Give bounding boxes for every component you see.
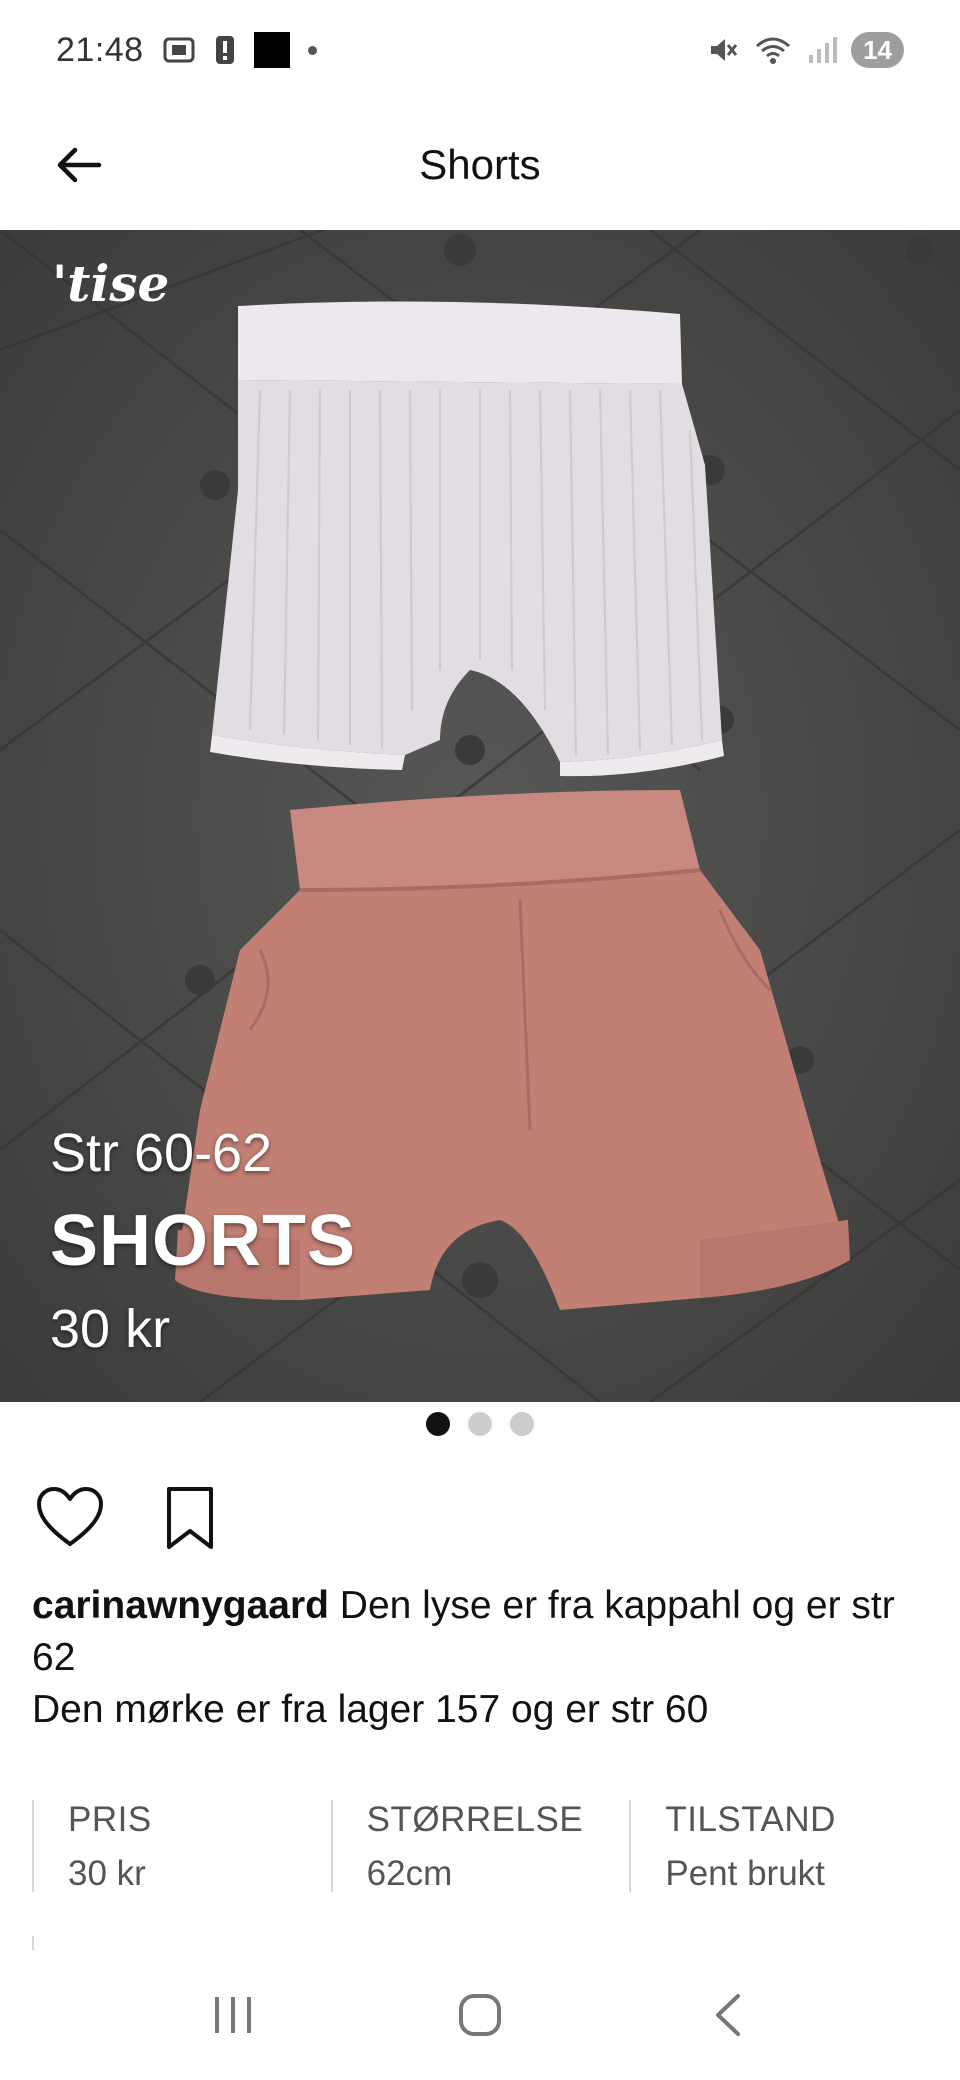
detail-label: STØRRELSE — [366, 1800, 584, 1839]
detail-label: PRIS — [68, 1800, 152, 1839]
detail-value: 30 kr — [68, 1854, 146, 1893]
app-header: Shorts — [0, 100, 960, 230]
status-bar: 21:48 14 — [0, 0, 960, 100]
overlay-size: Str 60-62 — [50, 1123, 273, 1183]
recent-apps-button[interactable] — [188, 1970, 278, 2060]
system-nav-bar — [0, 1950, 960, 2080]
home-icon — [458, 1994, 501, 2036]
seller-username[interactable]: carinawnygaard — [32, 1584, 329, 1627]
detail-label: TILSTAND — [665, 1800, 836, 1839]
back-nav-button[interactable] — [682, 1970, 772, 2060]
like-button[interactable] — [32, 1480, 108, 1556]
battery-indicator: 14 — [851, 32, 904, 68]
recent-apps-icon — [215, 1997, 252, 2033]
carousel-dots — [0, 1412, 960, 1442]
wifi-icon — [753, 34, 793, 66]
detail-size: STØRRELSE 62cm — [330, 1800, 630, 1893]
save-button[interactable] — [152, 1480, 228, 1556]
bookmark-icon — [167, 1487, 213, 1549]
home-button[interactable] — [435, 1970, 525, 2060]
app-notification-icon — [253, 32, 290, 68]
screenshot-icon — [162, 35, 196, 65]
detail-brand-label: MERKE — [32, 1936, 332, 1950]
description-line-2: Den mørke er fra lager 157 og er str 60 — [32, 1688, 709, 1731]
alert-icon — [214, 34, 236, 66]
back-chevron-icon — [715, 1994, 740, 2036]
status-left: 21:48 — [56, 31, 317, 70]
status-time: 21:48 — [56, 30, 144, 69]
description: carinawnygaard Den lyse er fra kappahl o… — [32, 1580, 932, 1736]
status-right: 14 — [707, 32, 904, 68]
mute-icon — [707, 34, 739, 66]
page-title: Shorts — [419, 141, 541, 188]
details-grid: PRIS 30 kr STØRRELSE 62cm TILSTAND Pent … — [32, 1800, 928, 1893]
overlay-price: 30 kr — [50, 1299, 171, 1359]
product-photo[interactable]: 'tise Str 60-62 SHORTS 30 kr — [0, 230, 960, 1402]
dot-icon — [307, 45, 317, 55]
action-row — [32, 1478, 228, 1558]
detail-condition: TILSTAND Pent brukt — [629, 1800, 928, 1893]
tise-watermark: 'tise — [52, 254, 170, 313]
heart-icon — [37, 1487, 103, 1546]
carousel-dot-2[interactable] — [468, 1412, 492, 1436]
detail-price: PRIS 30 kr — [32, 1800, 331, 1893]
detail-value: Pent brukt — [665, 1854, 825, 1893]
back-button[interactable] — [44, 130, 114, 200]
carousel-dot-1[interactable] — [426, 1412, 450, 1436]
signal-icon — [807, 35, 838, 65]
carousel-dot-3[interactable] — [510, 1412, 534, 1436]
detail-value: 62cm — [366, 1854, 453, 1893]
overlay-title: SHORTS — [50, 1201, 357, 1281]
arrow-left-icon — [57, 147, 102, 183]
